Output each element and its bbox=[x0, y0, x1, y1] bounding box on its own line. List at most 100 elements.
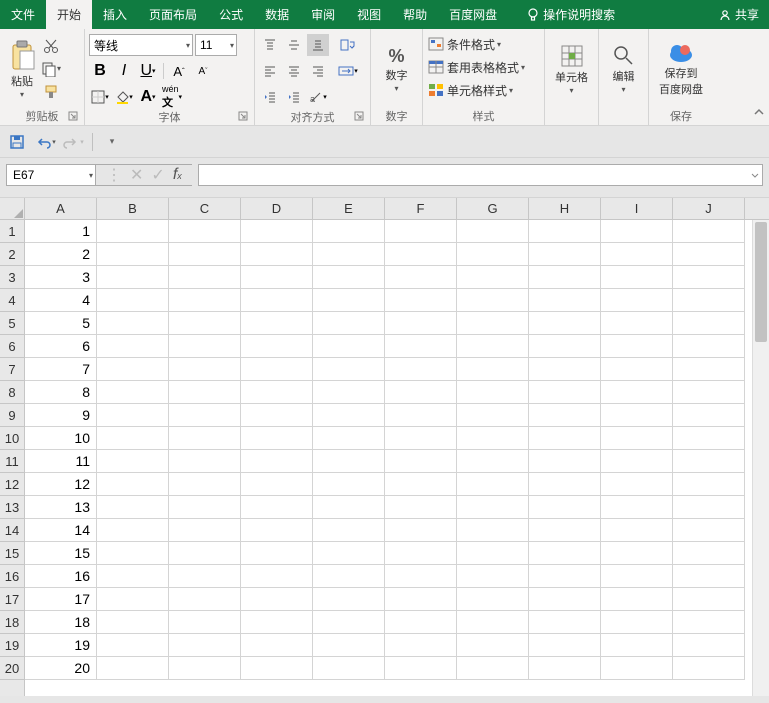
cell[interactable] bbox=[529, 381, 601, 404]
decrease-indent-button[interactable] bbox=[259, 86, 281, 108]
cell[interactable] bbox=[457, 519, 529, 542]
dialog-launcher-icon[interactable] bbox=[354, 111, 366, 123]
cell[interactable] bbox=[241, 565, 313, 588]
cut-button[interactable] bbox=[40, 35, 62, 57]
cell[interactable] bbox=[529, 335, 601, 358]
cell[interactable] bbox=[385, 289, 457, 312]
cell[interactable] bbox=[241, 381, 313, 404]
cell[interactable] bbox=[241, 266, 313, 289]
column-header[interactable]: C bbox=[169, 198, 241, 219]
cell[interactable] bbox=[97, 496, 169, 519]
cell[interactable] bbox=[601, 611, 673, 634]
cell[interactable] bbox=[601, 220, 673, 243]
row-header[interactable]: 14 bbox=[0, 519, 24, 542]
cell[interactable] bbox=[457, 312, 529, 335]
align-middle-button[interactable] bbox=[283, 34, 305, 56]
cell[interactable] bbox=[457, 266, 529, 289]
cell[interactable] bbox=[385, 519, 457, 542]
cell[interactable] bbox=[97, 335, 169, 358]
cell[interactable] bbox=[673, 289, 745, 312]
increase-font-button[interactable]: Aˆ bbox=[168, 60, 190, 82]
editing-button[interactable]: 编辑 ▾ bbox=[603, 31, 644, 107]
cell[interactable]: 4 bbox=[25, 289, 97, 312]
cell[interactable] bbox=[529, 243, 601, 266]
row-header[interactable]: 2 bbox=[0, 243, 24, 266]
row-header[interactable]: 18 bbox=[0, 611, 24, 634]
cell[interactable] bbox=[385, 312, 457, 335]
row-header[interactable]: 10 bbox=[0, 427, 24, 450]
cell[interactable] bbox=[97, 588, 169, 611]
cell[interactable] bbox=[673, 404, 745, 427]
cell[interactable] bbox=[385, 335, 457, 358]
row-header[interactable]: 11 bbox=[0, 450, 24, 473]
cell[interactable] bbox=[97, 427, 169, 450]
copy-button[interactable]: ▾ bbox=[40, 58, 62, 80]
cell[interactable] bbox=[529, 519, 601, 542]
cell[interactable] bbox=[673, 657, 745, 680]
cells-area[interactable]: 1234567891011121314151617181920 bbox=[25, 220, 769, 696]
cell[interactable] bbox=[385, 450, 457, 473]
increase-indent-button[interactable] bbox=[283, 86, 305, 108]
cell[interactable] bbox=[241, 450, 313, 473]
tab-review[interactable]: 审阅 bbox=[300, 0, 346, 29]
row-header[interactable]: 8 bbox=[0, 381, 24, 404]
cell[interactable] bbox=[601, 542, 673, 565]
cell[interactable] bbox=[313, 473, 385, 496]
cell[interactable] bbox=[313, 335, 385, 358]
cell[interactable] bbox=[97, 312, 169, 335]
align-top-button[interactable] bbox=[259, 34, 281, 56]
paste-button[interactable]: 粘贴 ▾ bbox=[4, 31, 40, 107]
cell[interactable] bbox=[313, 404, 385, 427]
cell[interactable] bbox=[601, 634, 673, 657]
cell[interactable] bbox=[169, 565, 241, 588]
cell[interactable] bbox=[241, 427, 313, 450]
column-header[interactable]: D bbox=[241, 198, 313, 219]
cell[interactable] bbox=[673, 220, 745, 243]
cell[interactable] bbox=[601, 404, 673, 427]
row-header[interactable]: 16 bbox=[0, 565, 24, 588]
cell[interactable]: 19 bbox=[25, 634, 97, 657]
cell[interactable] bbox=[313, 427, 385, 450]
save-to-baidu-button[interactable]: 保存到 百度网盘 bbox=[653, 31, 709, 107]
cell[interactable] bbox=[457, 335, 529, 358]
cell[interactable]: 10 bbox=[25, 427, 97, 450]
cell[interactable] bbox=[385, 496, 457, 519]
row-header[interactable]: 13 bbox=[0, 496, 24, 519]
cell[interactable] bbox=[673, 381, 745, 404]
cell[interactable] bbox=[529, 266, 601, 289]
cell[interactable] bbox=[97, 266, 169, 289]
cell[interactable] bbox=[313, 588, 385, 611]
cell[interactable] bbox=[385, 358, 457, 381]
cell[interactable] bbox=[457, 542, 529, 565]
row-header[interactable]: 3 bbox=[0, 266, 24, 289]
cell[interactable] bbox=[241, 473, 313, 496]
cell[interactable]: 8 bbox=[25, 381, 97, 404]
tab-baidu[interactable]: 百度网盘 bbox=[438, 0, 508, 29]
cell[interactable] bbox=[169, 611, 241, 634]
column-header[interactable]: E bbox=[313, 198, 385, 219]
cell[interactable] bbox=[169, 519, 241, 542]
redo-button[interactable]: ▾ bbox=[62, 131, 84, 153]
cell[interactable] bbox=[385, 565, 457, 588]
column-header[interactable]: H bbox=[529, 198, 601, 219]
cell[interactable] bbox=[673, 496, 745, 519]
cell[interactable] bbox=[673, 450, 745, 473]
column-header[interactable]: G bbox=[457, 198, 529, 219]
tab-home[interactable]: 开始 bbox=[46, 0, 92, 29]
cell[interactable] bbox=[601, 450, 673, 473]
cell[interactable] bbox=[601, 588, 673, 611]
tab-data[interactable]: 数据 bbox=[254, 0, 300, 29]
cell[interactable] bbox=[673, 611, 745, 634]
number-format-button[interactable]: % 数字 ▾ bbox=[375, 31, 418, 107]
borders-button[interactable]: ▾ bbox=[89, 86, 111, 108]
cell[interactable]: 5 bbox=[25, 312, 97, 335]
cell[interactable] bbox=[529, 450, 601, 473]
cell[interactable] bbox=[457, 243, 529, 266]
cell[interactable] bbox=[529, 588, 601, 611]
cell[interactable]: 13 bbox=[25, 496, 97, 519]
cell[interactable] bbox=[241, 588, 313, 611]
font-name-select[interactable]: 等线▾ bbox=[89, 34, 193, 56]
dialog-launcher-icon[interactable] bbox=[68, 111, 80, 123]
row-header[interactable]: 6 bbox=[0, 335, 24, 358]
cell[interactable] bbox=[457, 588, 529, 611]
